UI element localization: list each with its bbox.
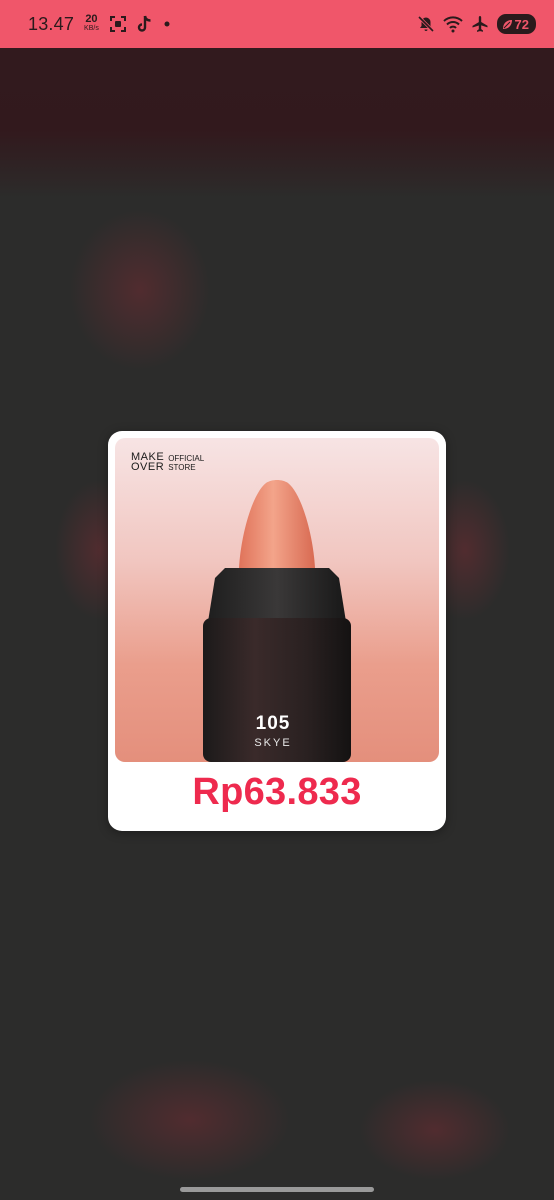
- shade-number: 105: [255, 713, 291, 734]
- status-left: 13.47 20 KB/s: [28, 14, 171, 35]
- product-image[interactable]: MAKE OVER OFFICIAL STORE 105 SKYE: [115, 438, 439, 762]
- screenshot-icon: [109, 15, 127, 33]
- wifi-icon: [442, 15, 463, 33]
- network-speed-value: 20: [85, 13, 98, 25]
- backdrop-glow: [90, 1060, 290, 1180]
- shade-name: SKYE: [254, 737, 292, 749]
- brand-logo-line2: OVER: [131, 461, 165, 473]
- brand-logo: MAKE OVER OFFICIAL STORE: [131, 452, 204, 473]
- battery-indicator: 72: [496, 14, 536, 34]
- product-popup-card[interactable]: MAKE OVER OFFICIAL STORE 105 SKYE Rp63.8…: [108, 431, 446, 831]
- backdrop-glow: [70, 210, 210, 370]
- backdrop-top-band: [0, 48, 554, 198]
- backdrop-glow: [360, 1080, 510, 1180]
- status-right: 72: [417, 14, 536, 34]
- store-label: OFFICIAL STORE: [168, 454, 204, 472]
- network-speed: 20 KB/s: [84, 13, 99, 33]
- home-indicator[interactable]: [180, 1187, 374, 1192]
- store-label-line2: STORE: [168, 463, 196, 472]
- network-speed-unit: KB/s: [84, 25, 99, 32]
- notification-dot-icon: [163, 20, 171, 28]
- airplane-mode-icon: [471, 15, 489, 33]
- battery-level: 72: [514, 16, 529, 32]
- brand-logo-mark: MAKE OVER: [131, 452, 165, 473]
- status-bar: 13.47 20 KB/s 72: [0, 0, 554, 48]
- mute-icon: [417, 15, 435, 33]
- battery-saver-icon: [502, 19, 513, 30]
- tiktok-icon: [137, 15, 153, 33]
- product-price: Rp63.833: [192, 771, 362, 813]
- status-time: 13.47: [28, 13, 75, 34]
- store-label-line1: OFFICIAL: [168, 454, 205, 463]
